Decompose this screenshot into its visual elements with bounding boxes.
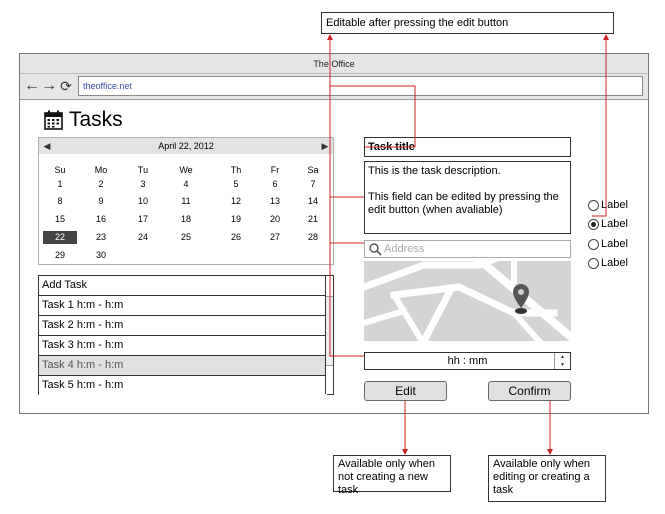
address-search-field[interactable]: Address — [364, 240, 571, 258]
calendar-day[interactable]: 1 — [43, 178, 77, 191]
calendar-day[interactable]: 30 — [84, 249, 118, 262]
map-streets — [364, 261, 571, 341]
task-list-item[interactable]: Task 2 h:m - h:m — [39, 316, 327, 336]
stepper-up-icon[interactable]: ▲ — [555, 353, 570, 361]
calendar-day[interactable]: 15 — [43, 213, 77, 226]
note-editable: Editable after pressing the edit button — [321, 12, 614, 34]
calendar-weekday: Sa — [307, 165, 319, 175]
task-list-scrollbar[interactable] — [325, 276, 333, 394]
radio-label: Label — [601, 238, 628, 250]
radio-circle-icon[interactable] — [588, 239, 599, 250]
calendar-day[interactable]: 24 — [126, 231, 160, 244]
note-confirm-text: Available only when editing or creating … — [493, 458, 591, 496]
radio-label: Label — [601, 199, 628, 211]
confirm-button[interactable]: Confirm — [488, 381, 571, 401]
calendar-day[interactable]: 8 — [43, 195, 77, 208]
task-title-text: Task title — [368, 141, 415, 153]
window-titlebar: The Office — [20, 54, 648, 74]
task-description-line1: This is the task description. — [368, 165, 501, 177]
url-text: theoffice.net — [83, 81, 132, 91]
calendar-day[interactable]: 6 — [258, 178, 292, 191]
calendar-day[interactable]: 14 — [296, 195, 330, 208]
add-task-button[interactable]: Add Task — [39, 276, 327, 296]
map-pin-icon — [513, 284, 529, 314]
reload-icon[interactable]: ⟳ — [58, 77, 74, 95]
note-editable-text: Editable after pressing the edit button — [326, 17, 509, 29]
calendar-day[interactable]: 18 — [169, 213, 203, 226]
calendar-day[interactable]: 29 — [43, 249, 77, 262]
browser-toolbar: ← → ⟳ theoffice.net — [20, 74, 648, 100]
back-arrow-icon[interactable]: ← — [24, 77, 40, 95]
calendar-day[interactable]: 27 — [258, 231, 292, 244]
calendar-day[interactable]: 22 — [43, 231, 77, 244]
address-placeholder: Address — [384, 243, 425, 255]
calendar-day[interactable]: 7 — [296, 178, 330, 191]
radio-label: Label — [601, 218, 628, 230]
calendar-day[interactable]: 9 — [84, 195, 118, 208]
task-description-line2: This field can be edited by pressing the… — [368, 191, 559, 216]
calendar-day[interactable]: 21 — [296, 213, 330, 226]
page-title: Tasks — [69, 108, 123, 131]
window-title: The Office — [313, 59, 355, 69]
calendar-day[interactable]: 23 — [84, 231, 118, 244]
radio-circle-icon[interactable] — [588, 200, 599, 211]
calendar-weekday: Fr — [270, 165, 280, 175]
confirm-button-label: Confirm — [508, 384, 551, 398]
radio-circle-icon[interactable] — [588, 219, 599, 230]
calendar-day[interactable]: 3 — [126, 178, 160, 191]
calendar-day[interactable]: 28 — [296, 231, 330, 244]
calendar-weekday: Su — [54, 165, 66, 175]
calendar-day[interactable]: 26 — [219, 231, 253, 244]
calendar-day[interactable]: 25 — [169, 231, 203, 244]
search-icon — [369, 243, 382, 256]
calendar-day[interactable]: 12 — [219, 195, 253, 208]
task-description-field[interactable]: This is the task description. This field… — [364, 161, 571, 234]
url-bar[interactable]: theoffice.net — [78, 76, 643, 96]
radio-label: Label — [601, 257, 628, 269]
task-list-item[interactable]: Task 4 h:m - h:m — [39, 356, 327, 376]
calendar-month-label: April 22, 2012 — [158, 141, 214, 151]
calendar-weekday: Tu — [137, 165, 149, 175]
calendar-day[interactable]: 10 — [126, 195, 160, 208]
calendar-icon — [44, 110, 63, 130]
time-value: hh : mm — [447, 355, 488, 367]
calendar-day[interactable]: 19 — [219, 213, 253, 226]
calendar-day[interactable]: 11 — [169, 195, 203, 208]
prev-month-icon[interactable]: ◀ — [39, 138, 55, 154]
note-edit: Available only when not creating a new t… — [333, 455, 451, 496]
forward-arrow-icon[interactable]: → — [41, 77, 57, 95]
calendar-weekday: Th — [230, 165, 242, 175]
edit-button[interactable]: Edit — [364, 381, 447, 401]
calendar-day[interactable]: 2 — [84, 178, 118, 191]
date-picker-calendar: April 22, 2012 ◀ ▶ Su Mo Tu We Th Fr Sa 1 2 3 4 5 6 7… — [38, 137, 334, 265]
scrollbar-thumb[interactable] — [326, 296, 333, 366]
calendar-day[interactable]: 20 — [258, 213, 292, 226]
calendar-day[interactable]: 17 — [126, 213, 160, 226]
calendar-day[interactable]: 13 — [258, 195, 292, 208]
task-list-item[interactable]: Task 3 h:m - h:m — [39, 336, 327, 356]
location-map[interactable] — [364, 261, 571, 341]
calendar-day[interactable]: 5 — [219, 178, 253, 191]
time-picker-field[interactable]: hh : mm ▲ ▼ — [364, 352, 571, 370]
task-list: Add Task Task 1 h:m - h:m Task 2 h:m - h:… — [38, 275, 334, 396]
time-stepper[interactable]: ▲ ▼ — [554, 353, 570, 369]
arrowhead-icon — [327, 34, 333, 40]
note-confirm: Available only when editing or creating … — [488, 455, 606, 502]
radio-selected-dot-icon — [591, 222, 596, 227]
calendar-day[interactable]: 16 — [84, 213, 118, 226]
radio-circle-icon[interactable] — [588, 258, 599, 269]
calendar-weekday: We — [179, 165, 193, 175]
next-month-icon[interactable]: ▶ — [317, 138, 333, 154]
stepper-down-icon[interactable]: ▼ — [555, 361, 570, 369]
task-list-item[interactable]: Task 1 h:m - h:m — [39, 296, 327, 316]
task-list-item[interactable]: Task 5 h:m - h:m — [39, 376, 327, 396]
calendar-header: April 22, 2012 — [39, 138, 333, 154]
add-task-label: Add Task — [42, 279, 88, 291]
task-title-field[interactable]: Task title — [364, 137, 571, 157]
calendar-weekday: Mo — [94, 165, 108, 175]
note-edit-text: Available only when not creating a new t… — [338, 458, 436, 496]
arrowhead-icon — [603, 34, 609, 40]
edit-button-label: Edit — [395, 384, 416, 398]
calendar-day[interactable]: 4 — [169, 178, 203, 191]
